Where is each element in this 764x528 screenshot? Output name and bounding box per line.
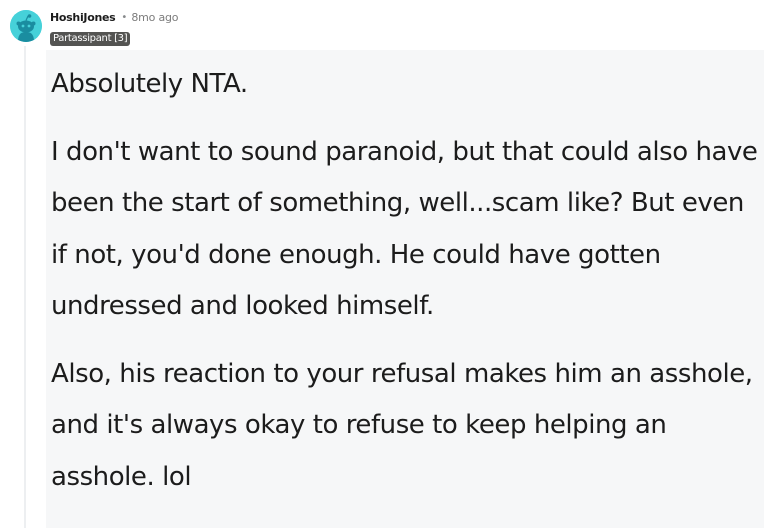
- comment-body: Absolutely NTA. I don't want to sound pa…: [51, 59, 763, 503]
- comment-meta: HoshiJones • 8mo ago: [50, 10, 179, 26]
- comment-header: HoshiJones • 8mo ago Partassipant [3]: [50, 10, 179, 46]
- comment-paragraph: I don't want to sound paranoid, but that…: [51, 136, 758, 322]
- comment-view: HoshiJones • 8mo ago Partassipant [3] Ab…: [0, 0, 764, 528]
- author-username[interactable]: HoshiJones: [50, 10, 116, 26]
- avatar[interactable]: [10, 10, 42, 42]
- comment-timestamp[interactable]: 8mo ago: [131, 10, 178, 26]
- comment-paragraph: Absolutely NTA.: [51, 69, 248, 99]
- user-flair: Partassipant [3]: [50, 32, 131, 46]
- thread-line[interactable]: [24, 46, 26, 528]
- meta-separator: •: [121, 12, 128, 23]
- reddit-snoo-avatar-icon: [10, 10, 42, 42]
- comment-thread-rail: [0, 0, 46, 528]
- comment-paragraph: Also, his reaction to your refusal makes…: [51, 358, 753, 492]
